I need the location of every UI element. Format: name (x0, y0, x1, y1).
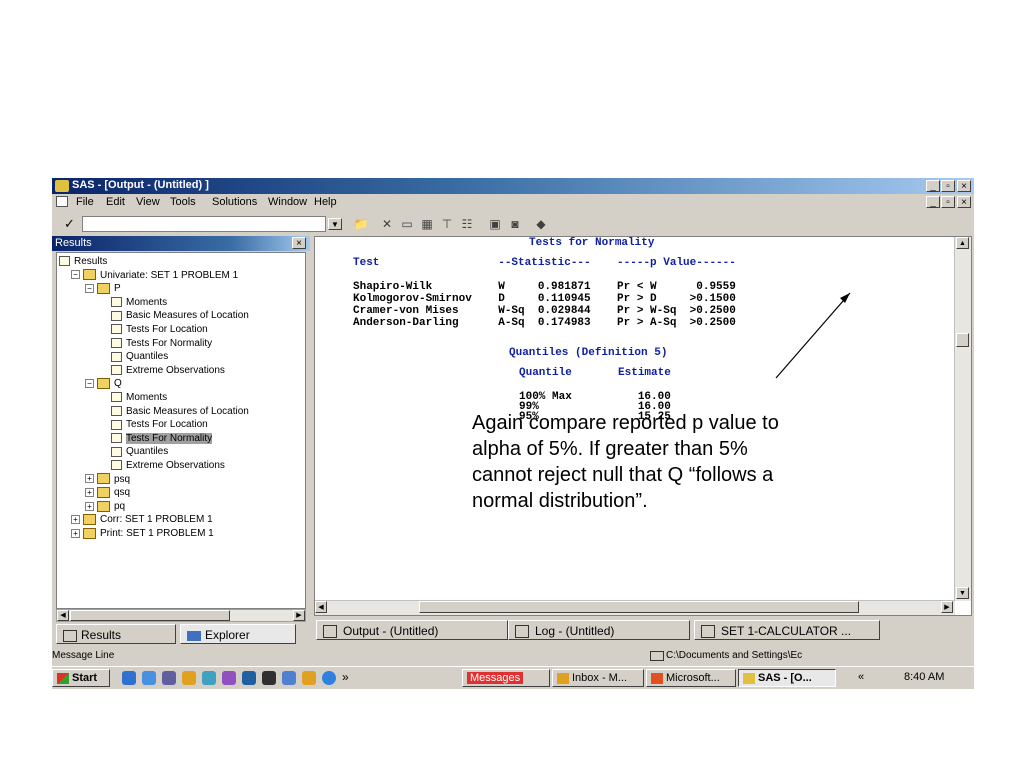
annotation-callout: Again compare reported p value to alpha … (472, 412, 779, 512)
annotation-arrow (775, 292, 851, 379)
